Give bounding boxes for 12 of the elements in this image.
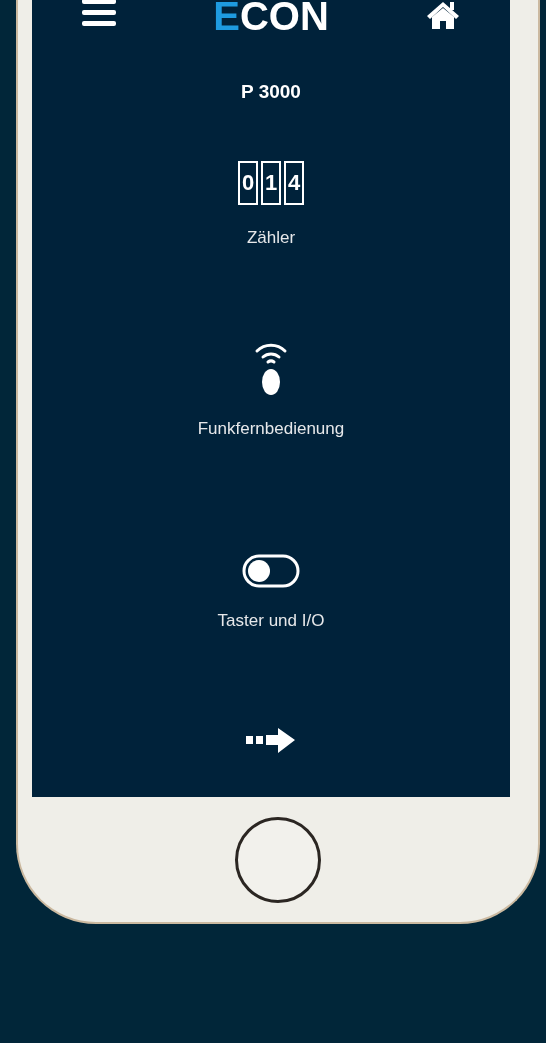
menu-item[interactable]: 0 1 4 Zähler <box>238 146 304 250</box>
menu-icon[interactable] <box>82 0 116 27</box>
app-logo: ECON <box>213 0 329 36</box>
counter-digit: 1 <box>261 160 281 205</box>
counter-digit: 4 <box>284 160 304 205</box>
device-title: P 3000 <box>241 80 301 104</box>
menu-item[interactable]: Funkfernbedienung <box>197 338 345 442</box>
home-icon[interactable] <box>426 0 460 30</box>
menu-item[interactable]: Taster und I/O <box>217 529 325 633</box>
toggle-switch-icon <box>242 553 300 588</box>
next-arrow-icon[interactable] <box>246 727 296 755</box>
counter-digit: 0 <box>238 160 258 205</box>
